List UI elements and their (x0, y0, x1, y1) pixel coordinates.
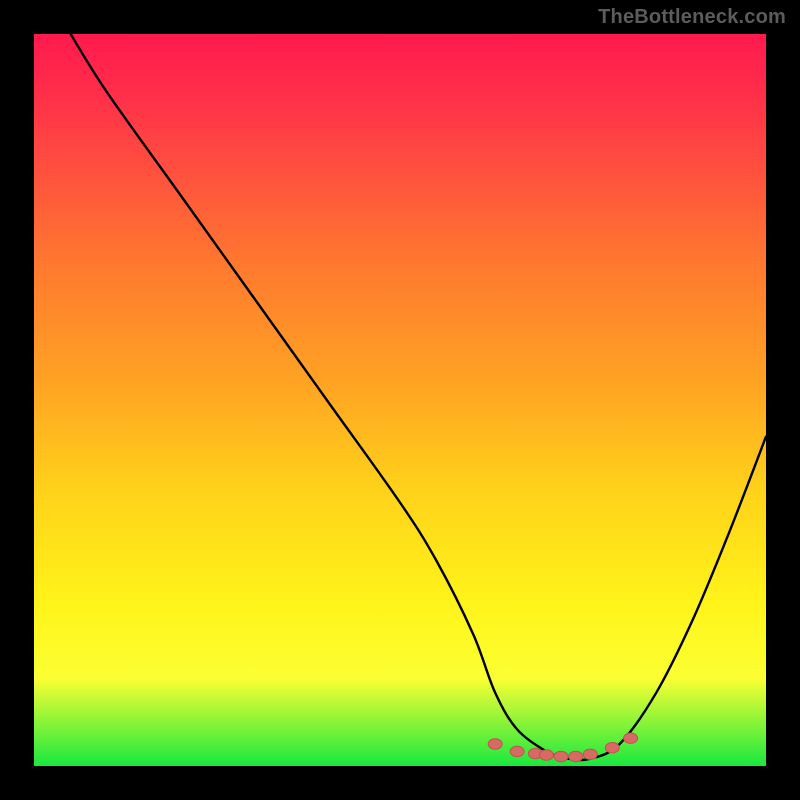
marker-dot (488, 739, 502, 749)
marker-dot (510, 746, 524, 756)
plot-area (34, 34, 766, 766)
curve-layer (34, 34, 766, 766)
watermark-label: TheBottleneck.com (598, 6, 786, 29)
marker-dot (569, 751, 583, 761)
marker-dot (624, 733, 638, 743)
marker-dot (539, 750, 553, 760)
marker-dot (554, 751, 568, 761)
chart-stage: TheBottleneck.com (0, 0, 800, 800)
bottleneck-curve (71, 34, 766, 760)
marker-dot (605, 743, 619, 753)
marker-dot (583, 749, 597, 759)
marker-cluster (488, 733, 637, 762)
